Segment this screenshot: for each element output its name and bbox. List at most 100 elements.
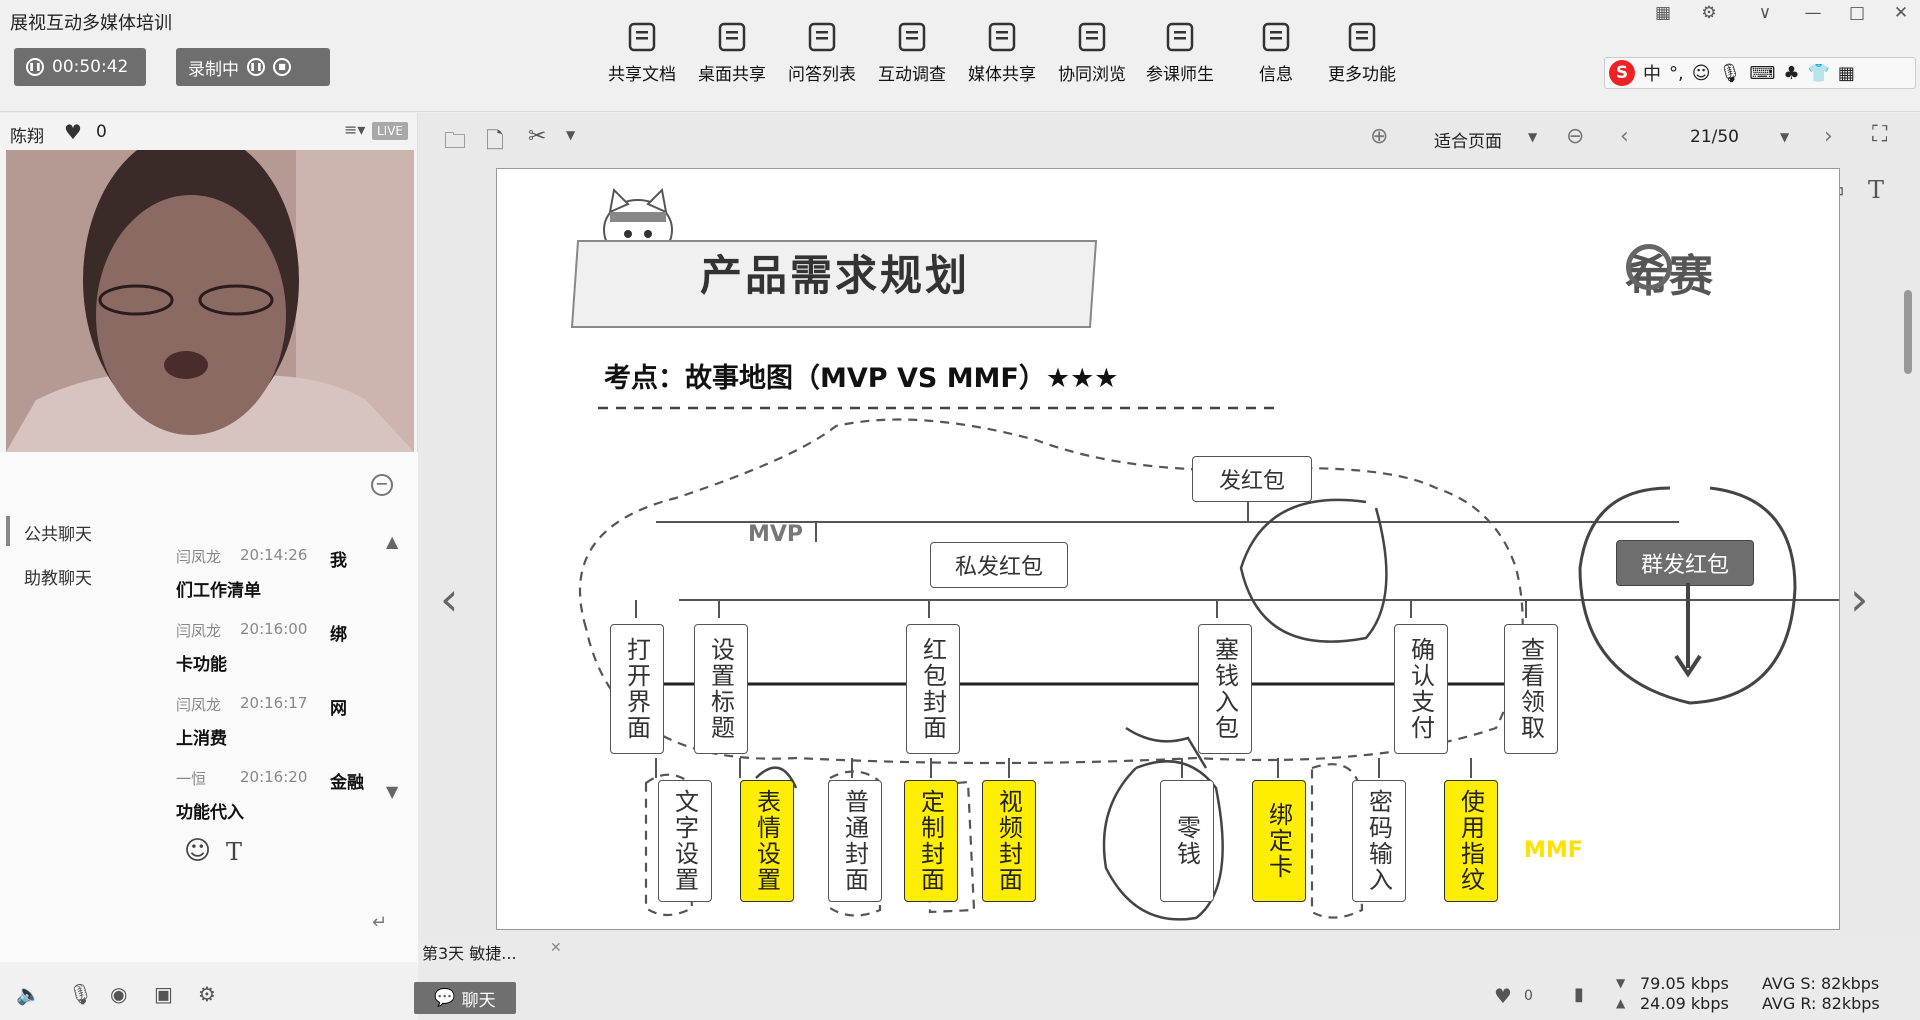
vertical-scrollbar[interactable] [1904, 290, 1912, 374]
chat-text: 上消费 [176, 729, 227, 749]
feature-card: 绑定卡 [1252, 780, 1306, 902]
camera-icon[interactable]: ◉ [110, 982, 127, 1006]
gear-icon[interactable]: ⚙ [1696, 2, 1722, 24]
text-format-icon[interactable]: T [226, 838, 242, 866]
story-step: 设置标题 [694, 624, 748, 754]
toolbar-label: 问答列表 [788, 65, 856, 85]
toolbar-more-button[interactable]: 更多功能 [1320, 22, 1404, 85]
zoom-in-icon[interactable]: ⊕ [1370, 124, 1388, 149]
toolbar-label: 共享文档 [608, 65, 676, 85]
live-badge: LIVE [372, 122, 409, 140]
slide-subtitle: 考点：故事地图（MVP VS MMF）★★★ [604, 363, 1119, 394]
media-icon [984, 22, 1020, 52]
zoom-out-icon[interactable]: ⊖ [1566, 124, 1584, 149]
chat-button[interactable]: 💬 聊天 [414, 982, 516, 1014]
text-tool-icon[interactable]: T [1868, 176, 1884, 204]
bandwidth-up: 24.09 kbps [1640, 994, 1729, 1013]
file-icon[interactable]: 🗋 [486, 124, 504, 162]
heart-icon[interactable]: ♥ [64, 120, 82, 144]
presenter-video [6, 150, 414, 452]
compass-icon [1074, 22, 1110, 52]
recording-control[interactable]: 录制中 ❚❚ ■ [176, 48, 330, 86]
layout-icon[interactable]: ▦ [1650, 2, 1676, 24]
next-slide-icon[interactable]: › [1850, 572, 1868, 626]
zoom-dropdown-icon[interactable]: ▼ [1528, 130, 1537, 144]
stop-record-icon[interactable]: ■ [273, 58, 291, 76]
toolbar-desktop-share-button[interactable]: 桌面共享 [690, 22, 774, 85]
chat-text: 们工作清单 [176, 581, 261, 601]
chat-text: 金融 [330, 773, 364, 793]
keyboard-icon[interactable]: ⌨ [1749, 63, 1775, 84]
maximize-icon[interactable]: □ [1844, 2, 1870, 24]
toolbar-compass-button[interactable]: 协同浏览 [1050, 22, 1134, 85]
toolbar-document-button[interactable]: 共享文档 [600, 22, 684, 85]
speaker-icon[interactable]: 🔈 [16, 982, 41, 1006]
minimize-icon[interactable]: — [1800, 2, 1826, 24]
signal-icon: ▮ [1574, 984, 1584, 1005]
page-dropdown-icon[interactable]: ▼ [1780, 130, 1789, 144]
users-icon [1162, 22, 1198, 52]
down-arrow-icon: ▼ [1616, 976, 1626, 990]
toolbar-media-button[interactable]: 媒体共享 [960, 22, 1044, 85]
image-icon[interactable]: ▣ [154, 982, 173, 1006]
skin-icon[interactable]: ♣ [1783, 63, 1799, 84]
prev-slide-icon[interactable]: ‹ [440, 572, 458, 626]
brand-e-icon [1626, 244, 1672, 290]
status-heart-icon[interactable]: ♥ [1494, 984, 1512, 1008]
pause-record-icon[interactable]: ❚❚ [247, 58, 265, 76]
list-icon[interactable]: ≡▾ [344, 120, 365, 139]
avg-receive: AVG R: 82kbps [1762, 994, 1880, 1013]
toolbar-info-button[interactable]: 信息 [1234, 22, 1318, 85]
shirt-icon[interactable]: 👕 [1807, 63, 1829, 84]
scroll-up-icon[interactable]: ▲ [386, 532, 398, 551]
toolbar-users-button[interactable]: 参课师生 [1138, 22, 1222, 85]
presenter-video-frame [6, 150, 414, 452]
scissors-icon[interactable]: ✂ [528, 124, 546, 149]
page-indicator[interactable]: 21/50 [1690, 127, 1739, 147]
emoji-icon[interactable]: ☺ [1692, 63, 1711, 84]
doc-tab-close-icon[interactable]: ✕ [550, 940, 562, 956]
scroll-down-icon[interactable]: ▼ [386, 782, 398, 801]
slide-title: 产品需求规划 [700, 251, 971, 300]
mic-toggle-icon[interactable]: 🎙 [68, 982, 93, 1006]
toolbar-label: 互动调查 [878, 65, 946, 85]
survey-icon [894, 22, 930, 52]
folder-icon[interactable]: 🗀 [444, 124, 466, 162]
grid-icon[interactable]: ▦ [1838, 63, 1855, 84]
chat-sender: 闫凤龙 [176, 622, 222, 640]
dropdown-icon[interactable]: ▼ [566, 128, 575, 142]
punct-icon[interactable]: °, [1669, 63, 1684, 84]
timer-text: 00:50:42 [52, 57, 129, 77]
chat-text: 网 [330, 699, 347, 719]
send-icon[interactable]: ↵ [372, 912, 387, 933]
zoom-select[interactable]: 适合页面 [1434, 127, 1502, 152]
tab-assistant-chat[interactable]: 助教聊天 [24, 564, 92, 589]
prev-page-icon[interactable]: ‹ [1620, 124, 1629, 149]
story-step: 确认支付 [1394, 624, 1448, 754]
doc-tab[interactable]: 第3天 敏捷... [422, 940, 517, 964]
next-page-icon[interactable]: › [1824, 124, 1833, 149]
toolbar-label: 参课师生 [1146, 65, 1214, 85]
emoji-picker-icon[interactable]: ☺ [184, 836, 211, 866]
mic-icon[interactable]: 🎙 [1719, 63, 1742, 84]
toolbar-survey-button[interactable]: 互动调查 [870, 22, 954, 85]
feature-card: 文字设置 [658, 780, 712, 902]
settings-icon[interactable]: ⚙ [198, 982, 216, 1006]
qa-icon [804, 22, 840, 52]
presenter-name: 陈翔 [10, 127, 44, 147]
fullscreen-icon[interactable]: ⛶ [1872, 122, 1887, 147]
toolbar-qa-button[interactable]: 问答列表 [780, 22, 864, 85]
chevron-down-icon[interactable]: ∨ [1752, 2, 1778, 24]
ime-lang[interactable]: 中 [1643, 60, 1661, 86]
pause-icon: ❚❚ [26, 58, 44, 76]
sogou-icon: S [1609, 60, 1635, 86]
ime-bar[interactable]: S 中 °, ☺ 🎙 ⌨ ♣ 👕 ▦ [1604, 57, 1916, 89]
chat-sender: 一恒 [176, 770, 207, 788]
close-icon[interactable]: ✕ [1888, 2, 1914, 24]
toolbar-label: 媒体共享 [968, 65, 1036, 85]
chat-time: 20:16:17 [240, 694, 308, 712]
tab-public-chat[interactable]: 公共聊天 [24, 520, 92, 545]
private-node: 私发红包 [930, 542, 1068, 588]
collapse-icon[interactable]: − [371, 474, 393, 496]
up-arrow-icon: ▲ [1616, 996, 1626, 1010]
